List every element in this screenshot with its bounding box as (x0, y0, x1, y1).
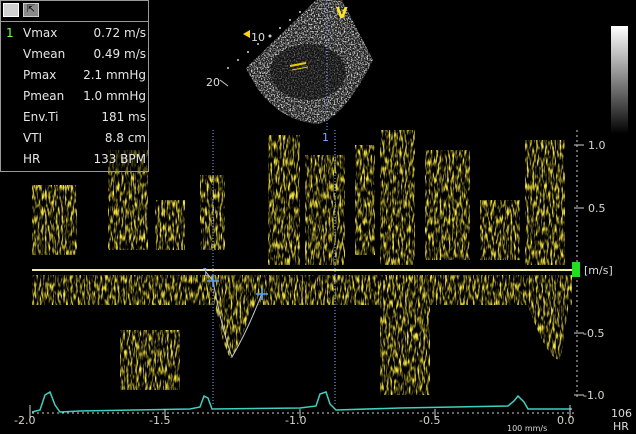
measurement-label: Pmax (23, 68, 57, 82)
sweep-speed: 100 mm/s (507, 424, 548, 433)
ecg-trace (31, 390, 572, 413)
grayscale-bar (611, 26, 628, 134)
time-tick-neg-2: -2.0 (14, 414, 36, 427)
measurement-value: 2.1 mmHg (83, 68, 146, 82)
measurement-row-envti: Env.Ti 181 ms (1, 107, 148, 128)
measurement-value: 0.72 m/s (93, 26, 146, 40)
depth-marker-icon[interactable] (243, 30, 250, 38)
measurement-row-vti: VTI 8.8 cm (1, 128, 148, 149)
measurement-label: Env.Ti (23, 110, 59, 124)
hr-label: HR (613, 420, 629, 433)
measurement-row-pmax: Pmax 2.1 mmHg (1, 65, 148, 86)
measurement-row-vmean: Vmean 0.49 m/s (1, 44, 148, 65)
view-marker: V (336, 4, 348, 22)
measurement-index: 1 (6, 26, 14, 40)
time-tick-0: 0.0 (557, 414, 575, 427)
time-tick-neg-1: -1.0 (285, 414, 307, 427)
velocity-tick-neg-1: -1.0 (583, 389, 605, 402)
measurement-label: HR (23, 152, 41, 166)
measurement-value: 181 ms (101, 110, 146, 124)
hr-value: 106 (611, 407, 632, 420)
measurement-label: Vmean (23, 47, 66, 61)
measurement-row-vmax: 1 Vmax 0.72 m/s (1, 23, 148, 44)
measurement-row-hr: HR 133 BPM (1, 149, 148, 170)
baseline-indicator[interactable] (572, 262, 580, 277)
measurement-label: VTI (23, 131, 43, 145)
time-tick-neg-1-5: -1.5 (149, 414, 171, 427)
depth-label-10: 10 (251, 31, 265, 44)
panel-toolbar: ⇱ (1, 1, 148, 22)
time-tick-neg-0-5: -0.5 (419, 414, 441, 427)
caliper-label: 1 (202, 266, 209, 279)
velocity-unit: [m/s] (584, 264, 613, 277)
measurement-value: 8.8 cm (104, 131, 146, 145)
measurement-label: Pmean (23, 89, 65, 103)
velocity-tick-neg-0-5: -0.5 (583, 327, 605, 340)
velocity-tick-1: 1.0 (588, 139, 606, 152)
echo-2d-image (246, 0, 373, 130)
measurement-value: 0.49 m/s (93, 47, 146, 61)
cursor-icon[interactable]: ⇱ (23, 3, 39, 17)
measurement-label: Vmax (23, 26, 58, 40)
depth-label-20: 20 (206, 76, 220, 89)
measurement-panel: ⇱ 1 Vmax 0.72 m/s Vmean 0.49 m/s Pmax 2.… (0, 0, 149, 172)
cursor-label: 1 (322, 131, 329, 144)
measurement-row-pmean: Pmean 1.0 mmHg (1, 86, 148, 107)
velocity-tick-0-5: 0.5 (588, 202, 606, 215)
panel-toggle-button[interactable] (3, 3, 19, 17)
measurement-value: 133 BPM (93, 152, 146, 166)
measurement-value: 1.0 mmHg (83, 89, 146, 103)
